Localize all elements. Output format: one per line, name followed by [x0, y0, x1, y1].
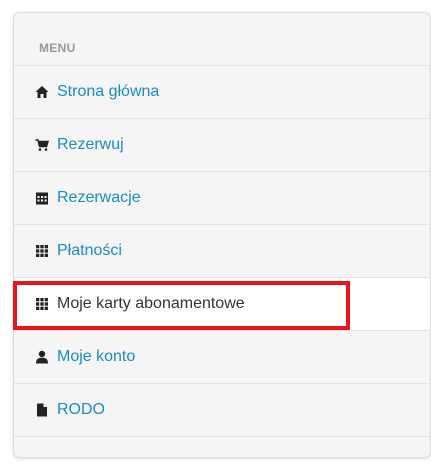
menu-item-strona-glowna[interactable]: Strona główna: [14, 66, 430, 119]
sidebar-menu-panel: MENU Strona główna Rezerwuj Rezerwacje P…: [13, 12, 431, 458]
home-icon: [35, 85, 49, 99]
user-icon: [35, 350, 49, 364]
file-icon: [35, 403, 49, 417]
menu-item-label: Rezerwuj: [57, 136, 124, 153]
menu-item-rezerwuj[interactable]: Rezerwuj: [14, 119, 430, 172]
menu-item-moje-karty-abonamentowe[interactable]: Moje karty abonamentowe: [14, 278, 430, 331]
grid-icon: [35, 297, 49, 311]
menu-item-moje-konto[interactable]: Moje konto: [14, 331, 430, 384]
cart-icon: [35, 138, 49, 152]
menu-item-label: RODO: [57, 401, 105, 418]
menu-item-platnosci[interactable]: Płatności: [14, 225, 430, 278]
menu-item-label: Płatności: [57, 242, 122, 259]
menu-item-label: Moje karty abonamentowe: [57, 295, 245, 312]
menu-item-label: Strona główna: [57, 83, 160, 100]
menu-item-label: Moje konto: [57, 348, 136, 365]
menu-item-rezerwacje[interactable]: Rezerwacje: [14, 172, 430, 225]
menu-item-rodo[interactable]: RODO: [14, 384, 430, 437]
calendar-icon: [35, 191, 49, 205]
menu-header: MENU: [14, 13, 430, 66]
grid-icon: [35, 244, 49, 258]
menu-item-label: Rezerwacje: [57, 189, 141, 206]
